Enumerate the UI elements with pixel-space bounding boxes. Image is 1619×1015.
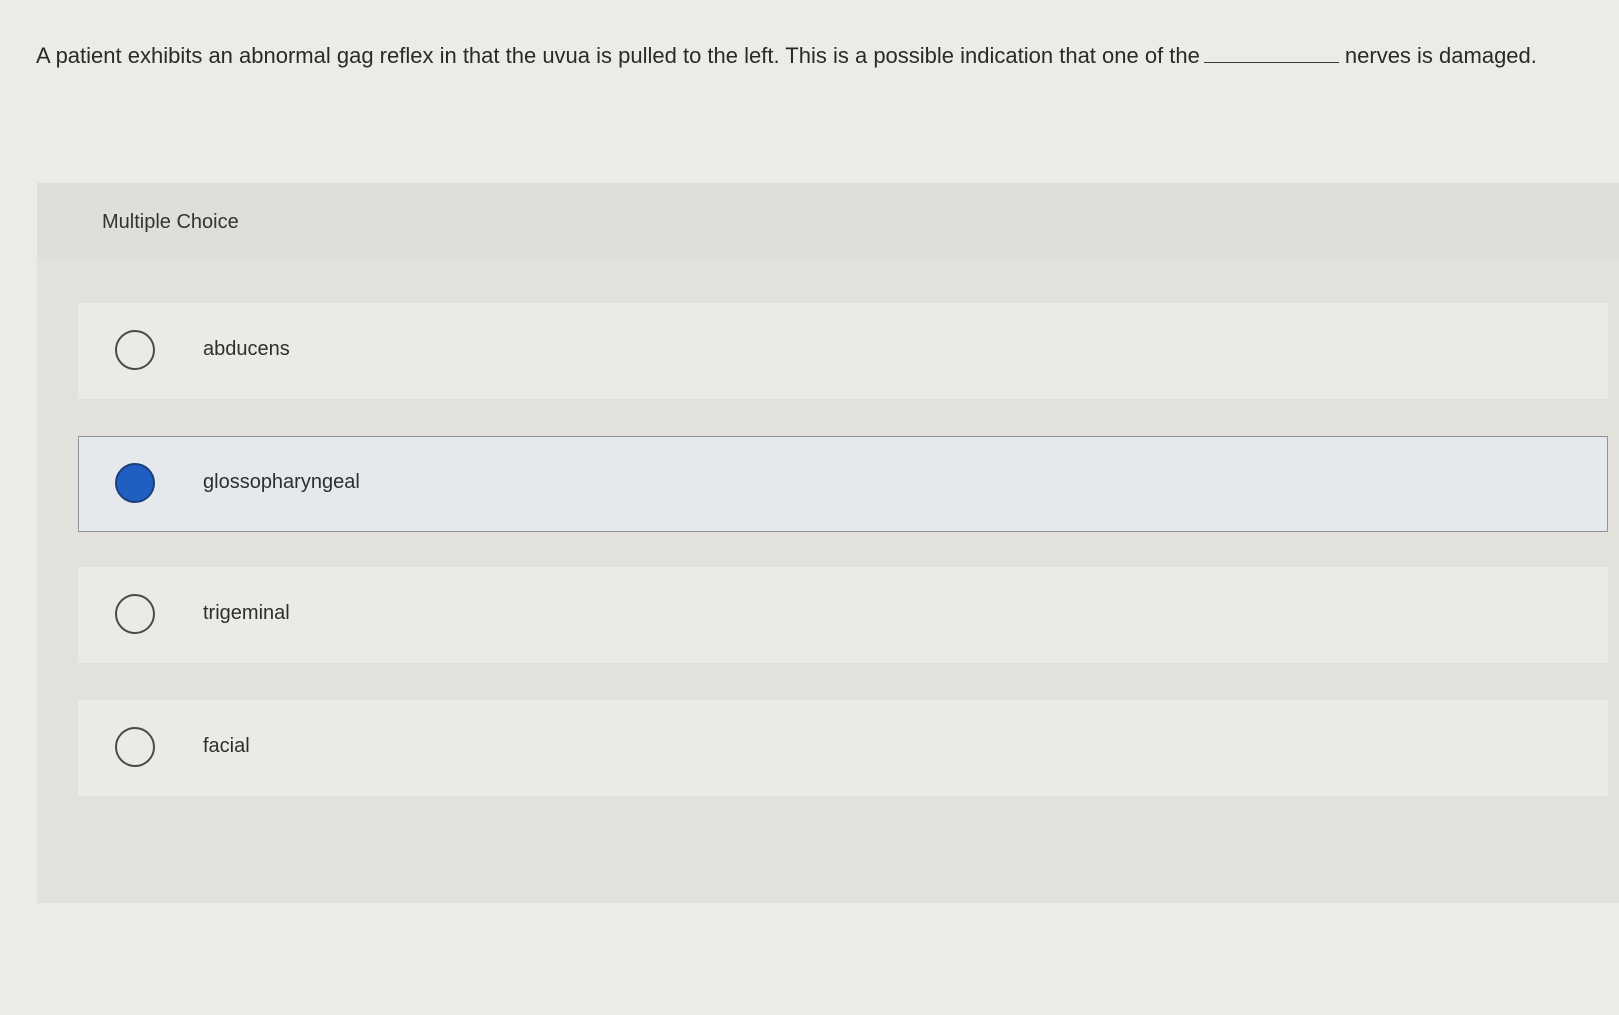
- option-facial[interactable]: facial: [78, 700, 1608, 796]
- option-glossopharyngeal[interactable]: glossopharyngeal: [78, 436, 1608, 532]
- radio-button-selected-icon[interactable]: [115, 463, 155, 503]
- option-label: glossopharyngeal: [203, 471, 360, 493]
- question-text-after: nerves is damaged.: [1344, 43, 1537, 68]
- answer-blank: [1203, 42, 1339, 63]
- option-label: facial: [203, 735, 250, 757]
- radio-button-icon[interactable]: [115, 594, 155, 634]
- radio-button-icon[interactable]: [115, 727, 155, 767]
- multiple-choice-label: Multiple Choice: [102, 211, 239, 233]
- question-text: A patient exhibits an abnormal gag refle…: [36, 40, 1556, 71]
- question-text-before: A patient exhibits an abnormal gag refle…: [36, 43, 1200, 68]
- option-label: abducens: [203, 338, 290, 360]
- radio-button-icon[interactable]: [115, 330, 155, 370]
- option-trigeminal[interactable]: trigeminal: [78, 567, 1608, 663]
- option-label: trigeminal: [203, 602, 290, 624]
- multiple-choice-panel: Multiple Choice abducens glossopharyngea…: [37, 183, 1619, 903]
- multiple-choice-header: Multiple Choice: [37, 183, 1619, 258]
- option-abducens[interactable]: abducens: [78, 303, 1608, 399]
